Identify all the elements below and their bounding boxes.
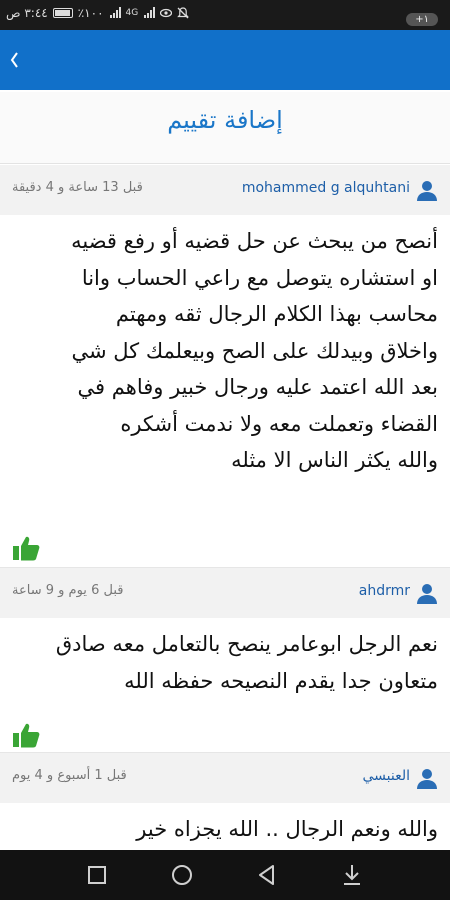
- back-button[interactable]: [4, 48, 24, 72]
- review-line: القضاء وتعملت معه ولا ندمت أشكره: [120, 411, 438, 436]
- review-text: والله ونعم الرجال .. الله يجزاه خير: [10, 811, 438, 848]
- triangle-back-icon[interactable]: [254, 862, 280, 888]
- review-author[interactable]: العنبسي: [362, 768, 410, 784]
- app-bar: [0, 30, 450, 90]
- chevron-left-icon: [10, 52, 18, 68]
- review-line: محاسب بهذا الكلام الرجال ثقه ومهتم: [115, 302, 438, 326]
- user-icon: [417, 769, 437, 789]
- review-time: قبل 6 يوم و 9 ساعة: [12, 583, 124, 598]
- circle-icon[interactable]: [169, 862, 195, 888]
- user-icon: [417, 584, 437, 604]
- review-line: بعد الله اعتمد عليه ورجال خبير وفاهم في: [77, 375, 438, 399]
- review-line: والله يكثر الناس الا مثله: [231, 448, 438, 472]
- review-time: قبل 13 ساعة و 4 دقيقة: [12, 180, 143, 195]
- clock: ٣:٤٤ ص: [6, 6, 48, 20]
- network-type: 4G: [125, 8, 139, 18]
- review-author[interactable]: mohammed g alquhtani: [242, 180, 410, 196]
- review-line: نعم الرجل ابوعامر ينصح بالتعامل معه صادق: [55, 632, 438, 656]
- eye-icon: [160, 8, 173, 18]
- review-line: أنصح من يبحث عن حل قضيه أو رفع قضيه: [71, 229, 438, 253]
- square-icon[interactable]: [84, 862, 110, 888]
- download-icon[interactable]: [339, 862, 365, 888]
- status-bar: ٣:٤٤ ص ٪١٠٠ 4G +١: [0, 0, 450, 30]
- review-item: mohammed g alquhtani قبل 13 ساعة و 4 دقي…: [0, 165, 450, 568]
- review-header: ahdrmr قبل 6 يوم و 9 ساعة: [0, 568, 450, 618]
- signal-icon: [109, 7, 121, 18]
- thumbs-up-icon[interactable]: [12, 722, 40, 748]
- notification-badge: +١: [406, 13, 438, 26]
- page-title[interactable]: إضافة تقييم: [0, 106, 450, 134]
- battery-icon: [52, 8, 73, 18]
- review-item: العنبسي قبل 1 أسبوع و 4 يوم والله ونعم ا…: [0, 753, 450, 850]
- review-author[interactable]: ahdrmr: [359, 583, 410, 599]
- status-left: ٣:٤٤ ص ٪١٠٠ 4G: [6, 6, 190, 20]
- review-time: قبل 1 أسبوع و 4 يوم: [12, 768, 127, 783]
- battery-percent: ٪١٠٠: [77, 6, 104, 20]
- status-right: +١: [406, 7, 438, 26]
- notifications-off-icon: [177, 7, 190, 19]
- review-text: أنصح من يبحث عن حل قضيه أو رفع قضيه او ا…: [10, 223, 438, 479]
- system-nav-bar: [0, 850, 450, 900]
- review-item: ahdrmr قبل 6 يوم و 9 ساعة نعم الرجل ابوع…: [0, 568, 450, 753]
- review-header: mohammed g alquhtani قبل 13 ساعة و 4 دقي…: [0, 165, 450, 215]
- review-line: والله ونعم الرجال .. الله يجزاه خير: [136, 817, 438, 841]
- review-line: او استشاره يتوصل مع راعي الحساب وانا: [81, 265, 438, 290]
- review-text: نعم الرجل ابوعامر ينصح بالتعامل معه صادق…: [10, 626, 438, 699]
- review-line: متعاون جدا يقدم النصيحه حفظه الله: [124, 668, 438, 693]
- review-header: العنبسي قبل 1 أسبوع و 4 يوم: [0, 753, 450, 803]
- thumbs-up-icon[interactable]: [12, 535, 40, 561]
- signal-icon-2: [144, 7, 156, 18]
- user-icon: [417, 181, 437, 201]
- review-line: واخلاق وبيدلك على الصح وبيعلمك كل شي: [71, 338, 438, 363]
- add-review-header[interactable]: إضافة تقييم: [0, 92, 450, 164]
